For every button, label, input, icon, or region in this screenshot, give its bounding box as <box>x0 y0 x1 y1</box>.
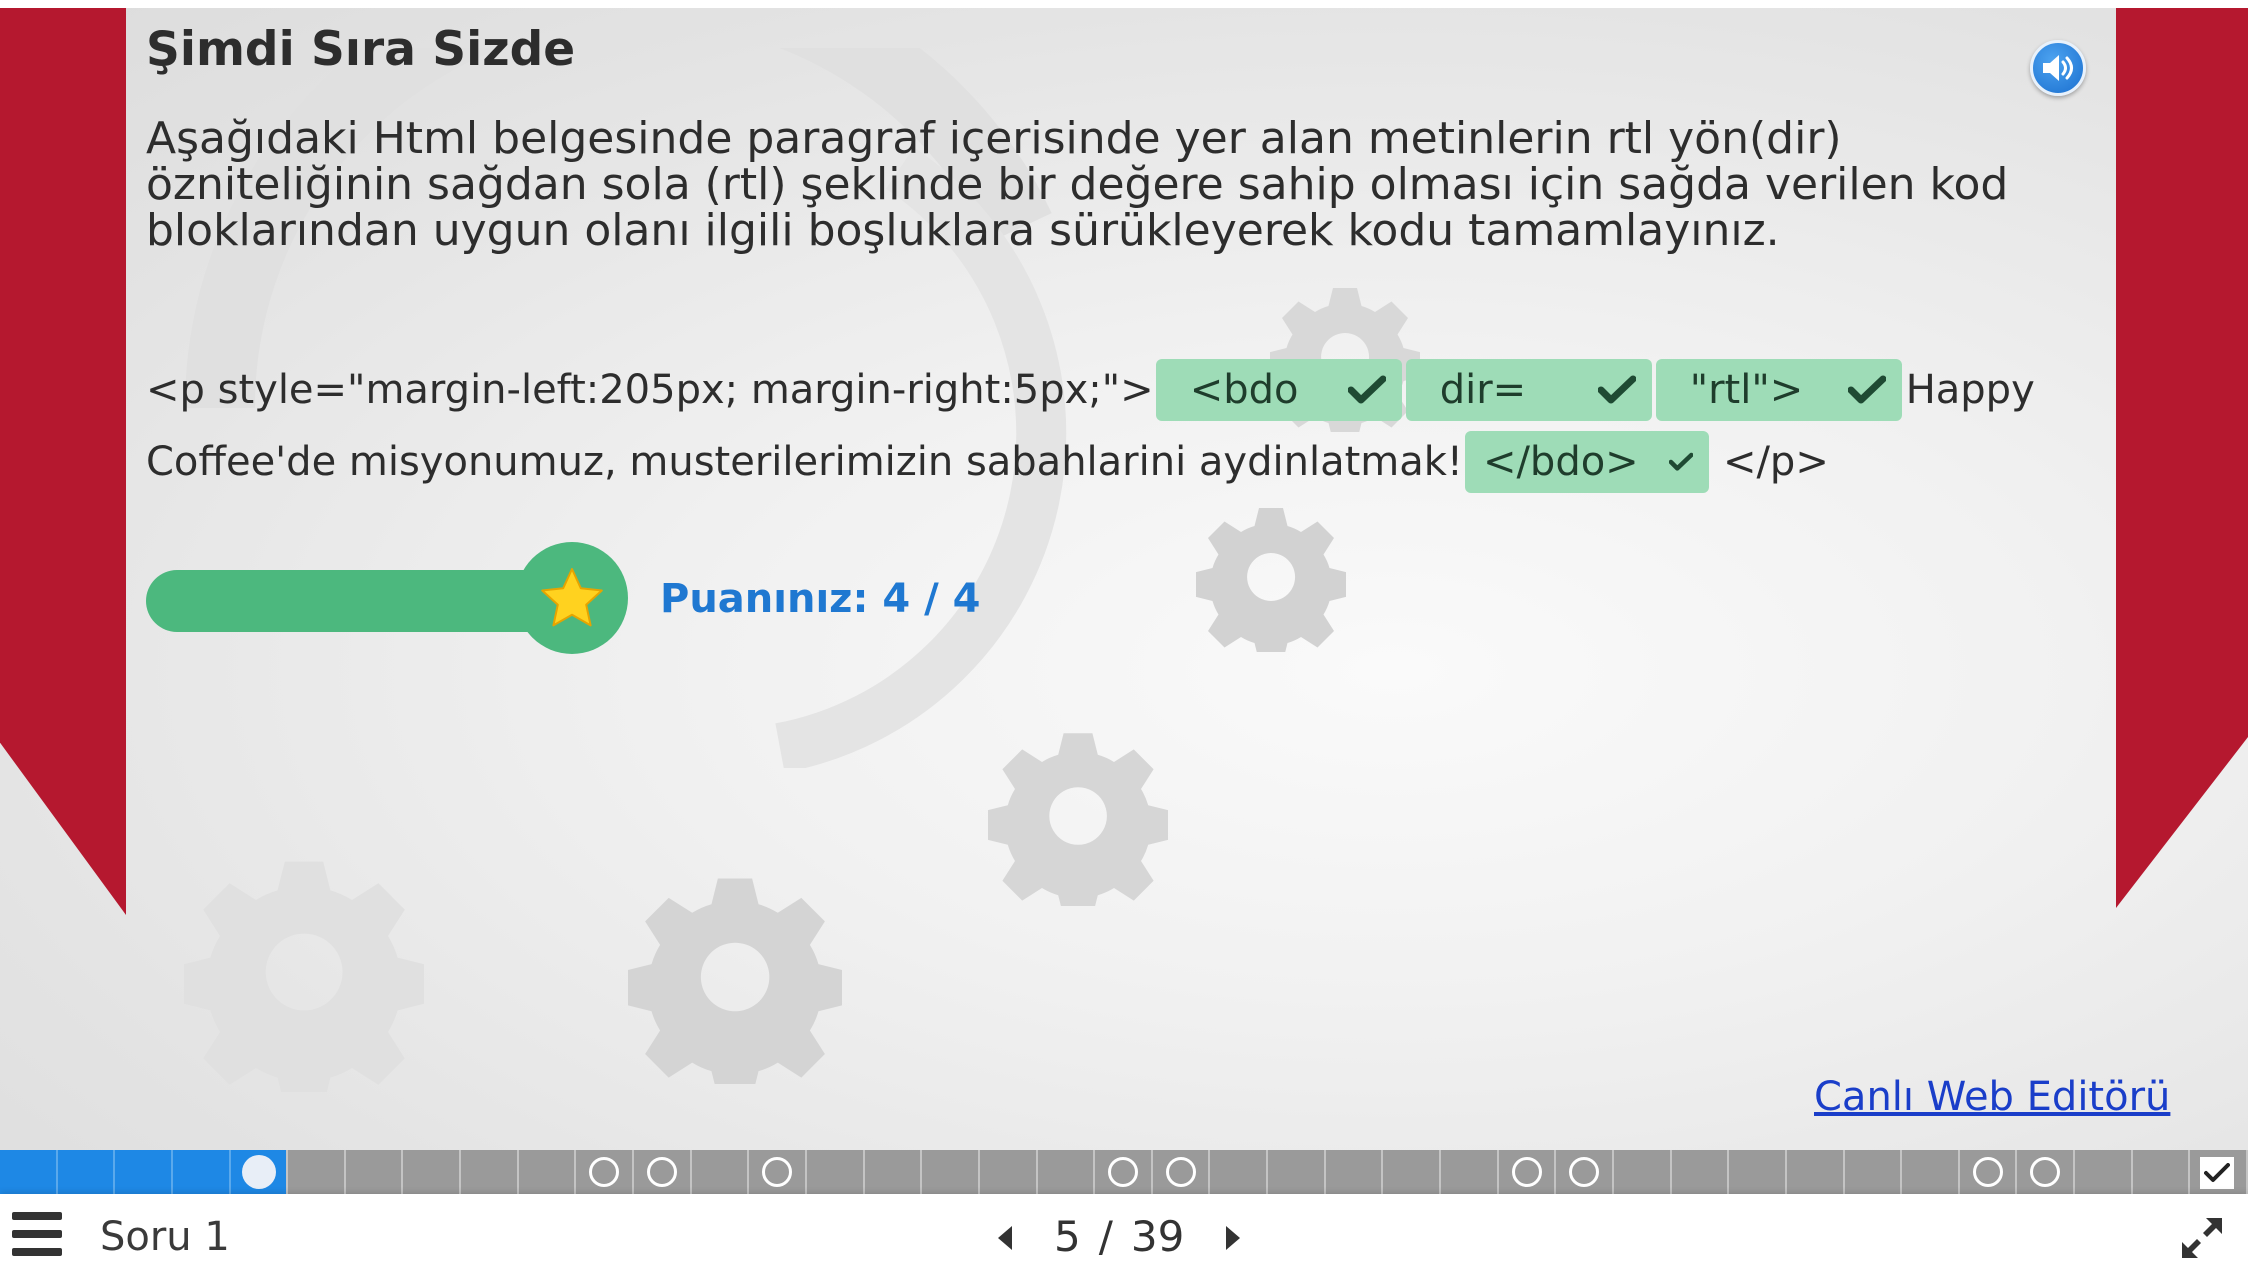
page-progress-track <box>0 1150 2248 1194</box>
checkmark-icon <box>1347 375 1386 404</box>
drop-slot-1[interactable]: <bdo <box>1155 359 1402 421</box>
question-marker-icon <box>1569 1157 1599 1187</box>
checkmark-icon <box>1847 375 1886 404</box>
progress-page-36[interactable] <box>2017 1150 2075 1194</box>
code-suffix-2: </p> <box>1722 439 1829 485</box>
star-icon <box>541 568 603 627</box>
progress-page-18[interactable] <box>980 1150 1038 1194</box>
drop-slot-3[interactable]: "rtl"> <box>1655 359 1902 421</box>
checkmark-icon <box>1668 452 1693 471</box>
progress-page-10[interactable] <box>519 1150 576 1194</box>
drop-slot-2[interactable]: dir= <box>1405 359 1652 421</box>
progress-page-26[interactable] <box>1441 1150 1499 1194</box>
drop-slot-text: "rtl"> <box>1689 367 1804 413</box>
caret-right-icon[interactable] <box>1220 1224 1244 1252</box>
bottom-navigation-bar: Soru 1 5 / 39 <box>0 1194 2248 1286</box>
background-gear-icon <box>988 733 1168 906</box>
drop-slot-text: </bdo> <box>1482 439 1639 485</box>
section-label: Soru 1 <box>100 1214 230 1260</box>
progress-page-4[interactable] <box>173 1150 231 1194</box>
progress-page-28[interactable] <box>1556 1150 1614 1194</box>
total-pages: 39 <box>1130 1212 1185 1261</box>
progress-page-13[interactable] <box>692 1150 749 1194</box>
slide-stage: Şimdi Sıra Sizde Aşağıdaki Html belgesin… <box>0 8 2248 1150</box>
progress-page-37[interactable] <box>2075 1150 2133 1194</box>
question-marker-icon <box>762 1157 792 1187</box>
code-suffix-1: Happy <box>1905 367 2035 413</box>
score-star-badge <box>516 542 628 654</box>
left-ribbon <box>0 8 126 915</box>
progress-page-29[interactable] <box>1614 1150 1672 1194</box>
progress-page-6[interactable] <box>288 1150 346 1194</box>
progress-page-38[interactable] <box>2133 1150 2190 1194</box>
progress-page-17[interactable] <box>922 1150 980 1194</box>
caret-left-icon[interactable] <box>994 1224 1018 1252</box>
hamburger-menu-icon[interactable] <box>12 1212 62 1256</box>
live-editor-link[interactable]: Canlı Web Editörü <box>1814 1074 2170 1120</box>
progress-page-21[interactable] <box>1153 1150 1210 1194</box>
progress-page-9[interactable] <box>461 1150 519 1194</box>
question-marker-icon <box>1165 1157 1196 1187</box>
progress-page-24[interactable] <box>1326 1150 1383 1194</box>
progress-page-1[interactable] <box>0 1150 58 1194</box>
finish-checkbox-icon <box>2200 1157 2234 1189</box>
current-page-marker-icon <box>241 1155 276 1189</box>
progress-page-14[interactable] <box>749 1150 807 1194</box>
progress-page-31[interactable] <box>1729 1150 1787 1194</box>
progress-page-33[interactable] <box>1845 1150 1902 1194</box>
background-gear-icon <box>1196 508 1346 652</box>
code-prefix-2: Coffee'de misyonumuz, musterilerimizin s… <box>146 439 1463 485</box>
progress-page-3[interactable] <box>115 1150 173 1194</box>
score-label: Puanınız: 4 / 4 <box>660 576 981 622</box>
question-marker-icon <box>647 1157 677 1187</box>
progress-page-2[interactable] <box>58 1150 115 1194</box>
progress-page-16[interactable] <box>865 1150 922 1194</box>
page-separator: / <box>1098 1212 1113 1261</box>
progress-page-5[interactable] <box>231 1150 288 1194</box>
progress-page-12[interactable] <box>634 1150 692 1194</box>
question-marker-icon <box>589 1157 619 1187</box>
audio-button[interactable] <box>2030 40 2086 96</box>
progress-page-7[interactable] <box>346 1150 403 1194</box>
progress-page-15[interactable] <box>807 1150 865 1194</box>
progress-page-32[interactable] <box>1787 1150 1845 1194</box>
question-marker-icon <box>1972 1157 2003 1187</box>
drop-slot-4[interactable]: </bdo> <box>1464 431 1709 493</box>
progress-page-19[interactable] <box>1038 1150 1095 1194</box>
progress-page-8[interactable] <box>403 1150 461 1194</box>
progress-page-11[interactable] <box>576 1150 634 1194</box>
progress-page-39[interactable] <box>2190 1150 2248 1194</box>
progress-page-30[interactable] <box>1672 1150 1729 1194</box>
progress-page-23[interactable] <box>1268 1150 1326 1194</box>
progress-page-34[interactable] <box>1902 1150 1960 1194</box>
score-progress-bar <box>146 570 566 632</box>
instructions-text: Aşağıdaki Html belgesinde paragraf içeri… <box>146 113 2009 256</box>
checkmark-icon <box>1597 375 1636 404</box>
page-counter: 5 / 39 <box>1054 1212 1184 1261</box>
current-page: 5 <box>1054 1212 1081 1261</box>
right-ribbon <box>2116 8 2248 908</box>
expand-arrows-icon[interactable] <box>2178 1214 2226 1262</box>
code-line-2: Coffee'de misyonumuz, musterilerimizin s… <box>146 430 1829 494</box>
question-marker-icon <box>2030 1157 2060 1187</box>
drop-slot-text: <bdo <box>1189 367 1299 413</box>
progress-page-27[interactable] <box>1499 1150 1556 1194</box>
page-title: Şimdi Sıra Sizde <box>146 22 576 77</box>
background-gear-icon <box>184 861 424 1092</box>
background-gear-icon <box>628 878 842 1084</box>
progress-page-25[interactable] <box>1383 1150 1441 1194</box>
progress-page-35[interactable] <box>1960 1150 2017 1194</box>
code-line-1: <p style="margin-left:205px; margin-righ… <box>146 358 2035 422</box>
progress-page-20[interactable] <box>1095 1150 1153 1194</box>
progress-page-22[interactable] <box>1210 1150 1268 1194</box>
speaker-icon <box>2043 55 2073 81</box>
question-marker-icon <box>1511 1157 1542 1187</box>
code-prefix-1: <p style="margin-left:205px; margin-righ… <box>146 367 1154 413</box>
question-marker-icon <box>1108 1157 1138 1187</box>
drop-slot-text: dir= <box>1439 367 1527 413</box>
